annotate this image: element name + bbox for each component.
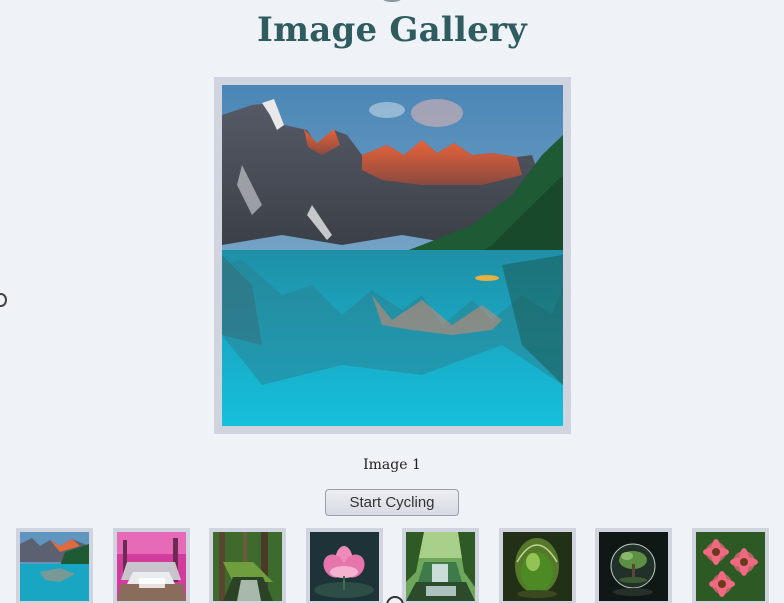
image-caption: Image 1 — [363, 457, 421, 473]
lotus-flower-thumbnail — [310, 532, 379, 601]
start-cycling-button[interactable]: Start Cycling — [325, 489, 459, 516]
mountain-lake-image — [222, 85, 563, 426]
gallery-page: Image Gallery Image 1 Start Cycling — [0, 0, 784, 603]
edge-glyph — [0, 293, 7, 307]
thumbnail-2[interactable] — [113, 528, 190, 603]
pink-daisies-thumbnail — [696, 532, 765, 601]
clipped-heading-fragment — [378, 0, 406, 2]
thumbnail-4[interactable] — [306, 528, 383, 603]
mountain-lake-thumbnail — [20, 532, 89, 601]
thumbnail-7[interactable] — [595, 528, 672, 603]
thumbnail-1[interactable] — [16, 528, 93, 603]
thumbnail-8[interactable] — [692, 528, 769, 603]
main-image — [222, 85, 563, 426]
forest-stream-thumbnail — [213, 532, 282, 601]
thumbnail-6[interactable] — [499, 528, 576, 603]
moss-glass-egg-thumbnail — [503, 532, 572, 601]
pink-waterfall-thumbnail — [117, 532, 186, 601]
main-image-frame — [214, 77, 571, 434]
thumbnail-3[interactable] — [209, 528, 286, 603]
bonsai-glass-orb-thumbnail — [599, 532, 668, 601]
page-title: Image Gallery — [257, 10, 527, 50]
jungle-waterfall-thumbnail — [406, 532, 475, 601]
thumbnail-5[interactable] — [402, 528, 479, 603]
